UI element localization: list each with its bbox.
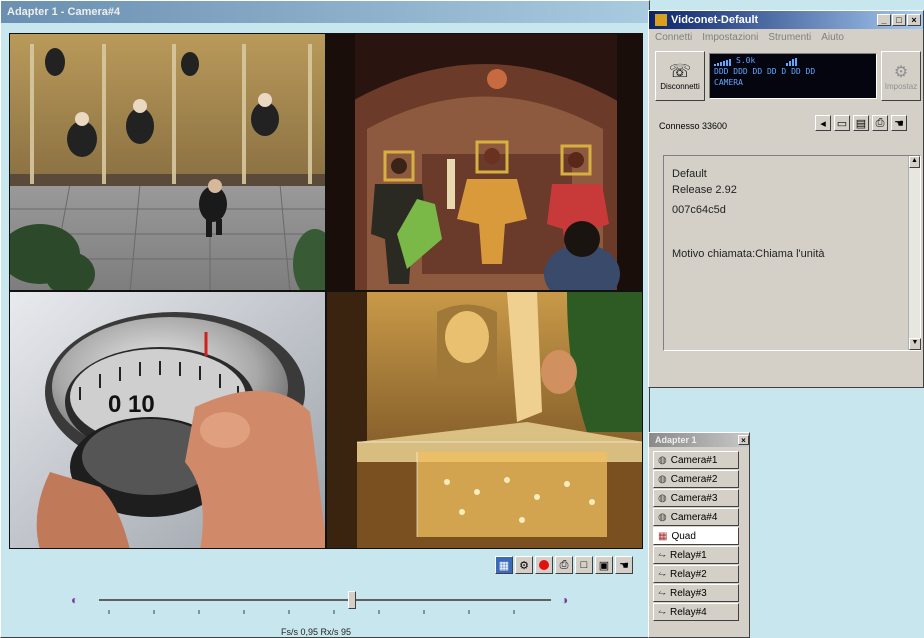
display-line-1: S.0k <box>736 56 756 65</box>
vidconet-window: Vidconet-Default _ □ × Connetti Impostaz… <box>648 10 924 388</box>
hand-pointer-icon[interactable]: ☚ <box>615 556 633 574</box>
speaker-icon[interactable]: ◂ <box>815 115 831 131</box>
close-icon[interactable]: × <box>738 435 749 445</box>
adapter-titlebar[interactable]: Adapter 1 × <box>649 433 749 447</box>
info-scrollbar[interactable]: ▲ ▼ <box>908 156 921 350</box>
camera-grid-icon[interactable]: ⚙ <box>515 556 533 574</box>
camera-icon: ◍ <box>658 492 667 504</box>
camera-window: Adapter 1 - Camera#4 0 10 ▦ ⚙ ⎙ □ ▣ ☚ ◐ … <box>0 0 650 638</box>
relay-icon: ⥊ <box>658 568 666 580</box>
relay-icon: ⥊ <box>658 549 666 561</box>
info-line-4 <box>672 218 912 246</box>
adapter-panel: Adapter 1 × ◍ Camera#1 ◍ Camera#2 ◍ Camera#3 ◍… <box>648 432 750 638</box>
relay-icon: ⥊ <box>658 606 666 618</box>
vidconet-titlebar[interactable]: Vidconet-Default _ □ × <box>649 11 923 29</box>
adapter-item-relay-4[interactable]: ⥊ Relay#4 <box>653 603 739 621</box>
camera-icon: ◍ <box>658 454 667 466</box>
playback-slider[interactable]: ◐ ◑ <box>71 589 581 614</box>
relay-icon: ⥊ <box>658 587 666 599</box>
close-icon[interactable]: × <box>907 14 921 26</box>
record-icon[interactable] <box>535 556 553 574</box>
adapter-item-relay-1[interactable]: ⥊ Relay#1 <box>653 546 739 564</box>
slow-turtle-icon: ◐ <box>71 593 79 607</box>
camera-3-feed[interactable]: 0 10 <box>9 291 326 549</box>
camera-3-image: 0 10 <box>10 292 325 548</box>
adapter-item-relay-2[interactable]: ⥊ Relay#2 <box>653 565 739 583</box>
slider-track[interactable] <box>99 599 551 601</box>
settings-icon: ⚙ <box>893 63 909 81</box>
safe-dial-digits: 0 10 <box>108 391 155 418</box>
info-line-5: Motivo chiamata:Chiama l'unità <box>672 248 825 260</box>
adapter-item-label: Relay#2 <box>670 568 707 580</box>
camera-window-titlebar[interactable]: Adapter 1 - Camera#4 <box>1 1 649 23</box>
adapter-item-quad[interactable]: ▦ Quad <box>653 527 739 545</box>
adapter-item-label: Relay#1 <box>670 549 707 561</box>
vidconet-toolbar: ◂ ▭ ▤ ⎙ ☚ <box>815 115 907 131</box>
camera-window-title: Adapter 1 - Camera#4 <box>7 6 121 18</box>
camera-1-feed[interactable] <box>9 33 326 291</box>
adapter-title: Adapter 1 <box>655 435 697 445</box>
phone-icon: ☏ <box>668 61 692 81</box>
adapter-item-camera-1[interactable]: ◍ Camera#1 <box>653 451 739 469</box>
slider-ticks <box>99 607 551 614</box>
display-line-2: DDD DDD DD DD D DD DD <box>714 67 816 76</box>
info-line-3: 007c64c5d <box>672 204 726 216</box>
adapter-item-camera-2[interactable]: ◍ Camera#2 <box>653 470 739 488</box>
settings-button[interactable]: ⚙ Impostaz <box>881 51 921 101</box>
maximize-icon[interactable]: □ <box>892 14 906 26</box>
camera-icon: ◍ <box>658 511 667 523</box>
signal-meter-row: S.0k <box>714 56 872 66</box>
vidconet-title: Vidconet-Default <box>671 14 759 26</box>
hand-icon[interactable]: ☚ <box>891 115 907 131</box>
scroll-up-icon[interactable]: ▲ <box>909 156 920 168</box>
adapter-item-relay-3[interactable]: ⥊ Relay#3 <box>653 584 739 602</box>
single-view-icon[interactable]: □ <box>575 556 593 574</box>
camera-1-image <box>10 34 325 290</box>
print-icon[interactable]: ⎙ <box>872 115 888 131</box>
menu-strumenti[interactable]: Strumenti <box>768 32 811 43</box>
camera-2-image <box>327 34 642 290</box>
adapter-item-label: Relay#3 <box>670 587 707 599</box>
menu-aiuto[interactable]: Aiuto <box>821 32 844 43</box>
info-line-2: Release 2.92 <box>672 184 737 196</box>
adapter-item-camera-4[interactable]: ◍ Camera#4 <box>653 508 739 526</box>
camera-4-image <box>327 292 642 548</box>
camera-2-feed[interactable] <box>326 33 643 291</box>
disconnect-label: Disconnetti <box>660 82 700 91</box>
menu-impostazioni[interactable]: Impostazioni <box>702 32 758 43</box>
snapshot-icon[interactable]: ▣ <box>595 556 613 574</box>
slider-thumb[interactable] <box>348 591 356 609</box>
app-logo-icon <box>655 14 667 26</box>
adapter-item-label: Camera#4 <box>670 511 718 523</box>
info-panel: Default Release 2.92 007c64c5d Motivo ch… <box>663 155 921 351</box>
print-icon[interactable]: ⎙ <box>555 556 573 574</box>
scroll-down-icon[interactable]: ▼ <box>909 338 921 350</box>
adapter-item-label: Relay#4 <box>670 606 707 618</box>
vidconet-menubar: Connetti Impostazioni Strumenti Aiuto <box>649 29 923 46</box>
menu-connetti[interactable]: Connetti <box>655 32 692 43</box>
book-icon[interactable]: ▤ <box>853 115 869 131</box>
display-line-3: CAMERA <box>714 78 743 87</box>
quad-icon: ▦ <box>658 530 668 542</box>
connection-status: Connesso 33600 <box>659 121 728 131</box>
adapter-item-camera-3[interactable]: ◍ Camera#3 <box>653 489 739 507</box>
status-display: S.0k DDD DDD DD DD D DD DD CAMERA <box>709 53 877 99</box>
disconnect-button[interactable]: ☏ Disconnetti <box>655 51 705 101</box>
monitor-icon[interactable]: ▭ <box>834 115 850 131</box>
adapter-item-label: Camera#3 <box>670 492 718 504</box>
adapter-item-label: Quad <box>671 530 696 542</box>
adapter-item-label: Camera#1 <box>670 454 718 466</box>
settings-label: Impostaz <box>884 81 918 91</box>
camera-toolbar: ▦ ⚙ ⎙ □ ▣ ☚ <box>495 556 641 578</box>
quad-view[interactable]: 0 10 <box>9 33 643 549</box>
camera-4-feed[interactable] <box>326 291 643 549</box>
info-line-1: Default <box>672 168 707 180</box>
quad-view-icon[interactable]: ▦ <box>495 556 513 574</box>
camera-icon: ◍ <box>658 473 667 485</box>
adapter-item-label: Camera#2 <box>670 473 718 485</box>
status-text: Fs/s 0,95 Rx/s 95 <box>281 627 352 637</box>
adapter-list: ◍ Camera#1 ◍ Camera#2 ◍ Camera#3 ◍ Camera#4 ▦ Qua… <box>649 447 749 621</box>
minimize-icon[interactable]: _ <box>877 14 891 26</box>
fast-rabbit-icon: ◑ <box>561 593 569 607</box>
